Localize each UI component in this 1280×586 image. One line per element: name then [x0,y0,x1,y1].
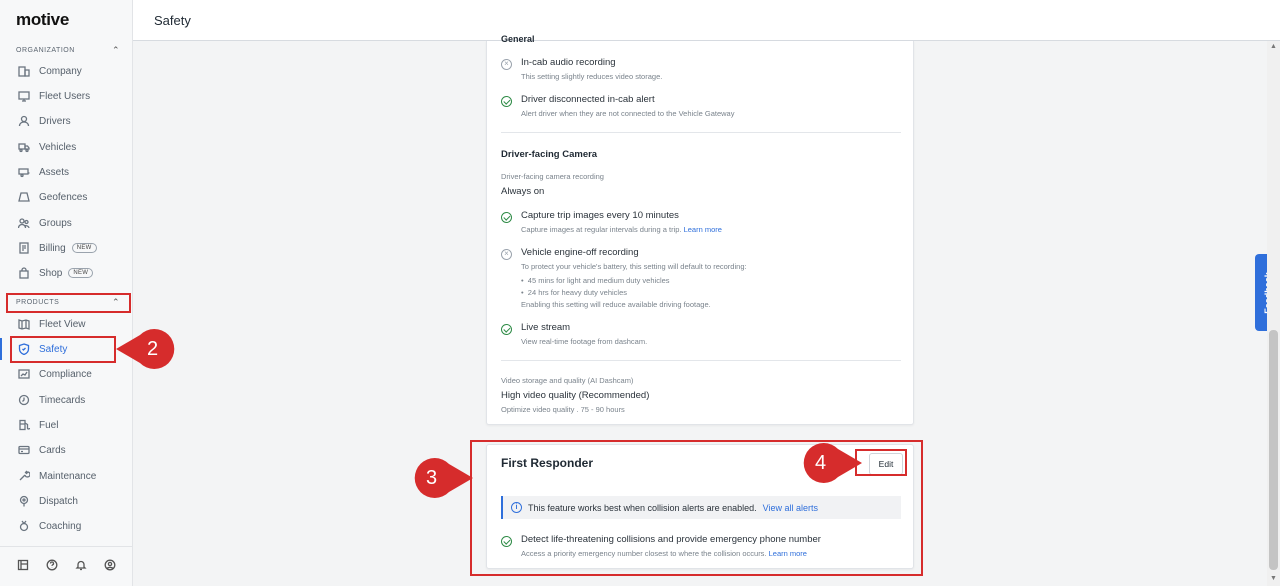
shop-icon [16,265,32,281]
disabled-x-icon: × [501,249,512,260]
annotation-box-products [6,293,131,313]
sidebar-item-company[interactable]: Company [12,60,116,82]
engine-off-note: Enabling this setting will reduce availa… [521,300,711,309]
new-badge: NEW [71,243,97,253]
help-icon[interactable] [46,558,58,576]
scroll-down-arrow-icon[interactable]: ▼ [1270,575,1277,582]
enabled-check-icon [501,324,512,335]
new-badge: NEW [68,268,94,278]
divider [501,132,901,133]
monitor-icon [16,88,32,104]
annotation-box-safety [10,336,116,363]
wrench-icon [16,468,32,484]
scrollbar-thumb[interactable] [1269,330,1278,570]
video-storage-value: High video quality (Recommended) [501,390,650,401]
enabled-check-icon [501,212,512,223]
sidebar-item-fuel[interactable]: Fuel [12,414,116,436]
sidebar-footer [0,546,133,586]
building-icon [16,63,32,79]
user-icon[interactable] [104,558,116,576]
disabled-x-icon: × [501,59,512,70]
sidebar-item-fleet-view[interactable]: Fleet View [12,313,116,335]
divider [501,360,901,361]
clock-icon [16,392,32,408]
organization-section-header[interactable]: ORGANIZATION ⌃ [16,42,120,58]
enabled-check-icon [501,96,512,107]
sidebar-item-shop[interactable]: Shop NEW [12,262,116,284]
dispatch-icon [16,493,32,509]
sidebar-item-billing[interactable]: Billing NEW [12,237,116,259]
dfc-recording-label: Driver-facing camera recording [501,172,604,181]
page-header: Safety [133,0,1280,41]
sidebar-item-vehicles[interactable]: Vehicles [12,136,116,158]
sidebar-item-groups[interactable]: Groups [12,212,116,234]
resources-icon[interactable] [17,558,29,576]
page-title: Safety [154,12,191,28]
engine-off-bullets: • 45 mins for light and medium duty vehi… [521,276,670,297]
general-section-header-cut: General [501,34,535,44]
scroll-up-arrow-icon[interactable]: ▲ [1270,43,1277,50]
callout-step-3: 3 [407,456,473,500]
active-indicator [0,338,2,360]
card-icon [16,442,32,458]
sidebar-item-dispatch[interactable]: Dispatch [12,490,116,512]
dfc-recording-value: Always on [501,186,545,197]
sidebar-item-drivers[interactable]: Drivers [12,110,116,132]
driver-facing-camera-header: Driver-facing Camera [501,149,598,160]
annotation-box-edit [855,449,907,476]
learn-more-link[interactable]: Learn more [684,225,722,234]
sidebar-item-assets[interactable]: Assets [12,161,116,183]
camera-settings-card: General × In-cab audio recording This se… [486,34,914,425]
callout-step-4: 4 [796,441,862,485]
groups-icon [16,215,32,231]
sidebar-item-timecards[interactable]: Timecards [12,389,116,411]
trailer-icon [16,164,32,180]
sidebar-item-compliance[interactable]: Compliance [12,363,116,385]
sidebar-item-geofences[interactable]: Geofences [12,186,116,208]
bell-icon[interactable] [75,558,87,576]
sidebar-item-cards[interactable]: Cards [12,439,116,461]
billing-icon [16,240,32,256]
compliance-icon [16,366,32,382]
geofence-icon [16,189,32,205]
fuel-icon [16,417,32,433]
sidebar-item-coaching[interactable]: Coaching [12,515,116,537]
video-storage-label: Video storage and quality (AI Dashcam) [501,376,634,385]
map-icon [16,316,32,332]
callout-step-2: 2 [116,327,180,371]
video-storage-desc: Optimize video quality . 75 - 90 hours [501,405,625,414]
sidebar-item-fleet-users[interactable]: Fleet Users [12,85,116,107]
motive-logo[interactable]: motive [16,10,69,30]
coaching-icon [16,518,32,534]
chevron-up-icon: ⌃ [111,44,120,55]
truck-icon [16,139,32,155]
person-icon [16,113,32,129]
sidebar-item-maintenance[interactable]: Maintenance [12,465,116,487]
